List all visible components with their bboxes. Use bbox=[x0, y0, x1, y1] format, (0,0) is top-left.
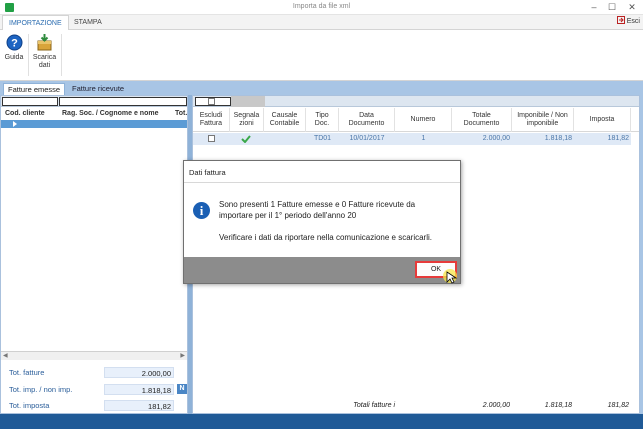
footer-totale: 2.000,00 bbox=[482, 402, 510, 409]
filter-cod-cliente[interactable] bbox=[2, 97, 58, 106]
ribbon: ? Guida Scarica dati bbox=[0, 30, 643, 81]
cursor-highlight-icon bbox=[443, 269, 458, 284]
tot-imposta-value: 181,82 bbox=[104, 400, 174, 411]
exit-label: Esci bbox=[626, 18, 640, 25]
maximize-button[interactable]: ☐ bbox=[604, 1, 620, 13]
tot-imposta-label: Tot. imposta bbox=[9, 401, 50, 410]
clienti-panel: Cod. cliente Rag. Soc. / Cognome e nome … bbox=[0, 95, 188, 414]
header-tipo-doc[interactable]: Tipo Doc. bbox=[306, 108, 339, 132]
download-data-icon bbox=[37, 34, 52, 51]
header-data[interactable]: Data Documento bbox=[339, 108, 395, 132]
table-row[interactable]: TD01 10/01/2017 1 2.000,00 1.818,18 181,… bbox=[193, 133, 639, 145]
left-filter-row bbox=[1, 96, 187, 107]
fatture-table-header: Escludi Fattura Segnala zioni Causale Conta… bbox=[193, 108, 639, 132]
filter-segnalazioni bbox=[231, 96, 265, 107]
header-totale[interactable]: Totale Documento bbox=[452, 108, 512, 132]
scarica-dati-button[interactable]: Scarica dati bbox=[31, 34, 58, 70]
totali-footer: Totali fatture i 2.000,00 1.818,18 181,8… bbox=[193, 402, 639, 413]
cell-imposta: 181,82 bbox=[607, 135, 629, 142]
row-pointer-icon bbox=[13, 121, 17, 127]
tot-imp-label: Tot. imp. / non imp. bbox=[9, 385, 73, 394]
header-causale[interactable]: Causale Contabile bbox=[264, 108, 306, 132]
header-escludi[interactable]: Escludi Fattura bbox=[193, 108, 230, 132]
tot-imp-value: 1.818,18 bbox=[104, 384, 174, 395]
footer-imposta: 181,82 bbox=[607, 402, 629, 409]
dialog-message-line1: Sono presenti 1 Fatture emesse e 0 Fattu… bbox=[219, 200, 416, 209]
tab-importazione[interactable]: IMPORTAZIONE bbox=[2, 15, 69, 30]
dialog-message-line2: importare per il 1° periodo dell'anno 20 bbox=[219, 211, 357, 220]
right-filter-row bbox=[193, 96, 639, 107]
minimize-button[interactable]: – bbox=[586, 1, 602, 13]
tab-stampa[interactable]: STAMPA bbox=[68, 15, 108, 30]
filter-escludi[interactable] bbox=[195, 97, 231, 106]
vertical-scrollbar[interactable] bbox=[631, 133, 639, 401]
dati-fattura-dialog: Dati fattura i Sono presenti 1 Fatture e… bbox=[183, 160, 461, 284]
info-icon: i bbox=[193, 202, 210, 219]
header-imposta[interactable]: Imposta bbox=[574, 108, 631, 132]
close-button[interactable]: ✕ bbox=[624, 1, 640, 13]
tab-fatture-ricevute[interactable]: Fatture ricevute bbox=[68, 83, 128, 95]
header-segnalazioni[interactable]: Segnala zioni bbox=[230, 108, 264, 132]
header-numero[interactable]: Numero bbox=[395, 108, 452, 132]
scarica-label-1: Scarica bbox=[32, 54, 57, 61]
select-all-checkbox[interactable] bbox=[208, 98, 215, 105]
dialog-message-line3: Verificare i dati da riportare nella com… bbox=[219, 233, 432, 242]
escludi-checkbox[interactable] bbox=[208, 135, 215, 142]
non-imponibile-badge[interactable]: N bbox=[177, 384, 187, 394]
svg-text:?: ? bbox=[11, 38, 18, 50]
header-imponibile[interactable]: Imponibile / Non imponibile bbox=[512, 108, 574, 132]
footer-label: Totali fatture i bbox=[353, 402, 395, 409]
exit-button[interactable]: Esci bbox=[616, 16, 640, 25]
ribbon-separator bbox=[28, 34, 29, 76]
filter-rag-soc[interactable] bbox=[59, 97, 187, 106]
tot-fatture-label: Tot. fatture bbox=[9, 368, 45, 377]
cell-numero: 1 bbox=[421, 135, 426, 142]
status-bar bbox=[0, 414, 643, 429]
check-icon bbox=[241, 135, 251, 143]
header-rag-soc[interactable]: Rag. Soc. / Cognome e nome bbox=[62, 110, 158, 117]
tot-fatture-value: 2.000,00 bbox=[104, 367, 174, 378]
guida-button[interactable]: ? Guida bbox=[3, 34, 25, 62]
header-cod-cliente[interactable]: Cod. cliente bbox=[5, 110, 45, 117]
cell-imponibile: 1.818,18 bbox=[544, 135, 572, 142]
horizontal-scrollbar[interactable]: ◀ ▶ bbox=[1, 351, 187, 360]
ribbon-separator bbox=[61, 34, 62, 76]
tab-fatture-emesse[interactable]: Fatture emesse bbox=[3, 83, 66, 95]
scarica-label-2: dati bbox=[38, 62, 51, 69]
help-icon: ? bbox=[6, 34, 22, 51]
table-row[interactable] bbox=[1, 120, 187, 128]
window-title: Importa da file xml bbox=[292, 3, 351, 10]
cell-data: 10/01/2017 bbox=[349, 135, 385, 142]
header-tot[interactable]: Tot. bbox=[175, 110, 187, 117]
title-bar: Importa da file xml – ☐ ✕ bbox=[0, 0, 643, 15]
dialog-title: Dati fattura bbox=[184, 161, 460, 183]
cell-tipo-doc: TD01 bbox=[313, 135, 332, 142]
footer-imponibile: 1.818,18 bbox=[544, 402, 572, 409]
exit-icon bbox=[616, 16, 625, 24]
guida-label: Guida bbox=[4, 54, 24, 61]
ribbon-tabs: IMPORTAZIONE STAMPA Esci bbox=[0, 15, 643, 30]
cell-totale: 2.000,00 bbox=[482, 135, 510, 142]
